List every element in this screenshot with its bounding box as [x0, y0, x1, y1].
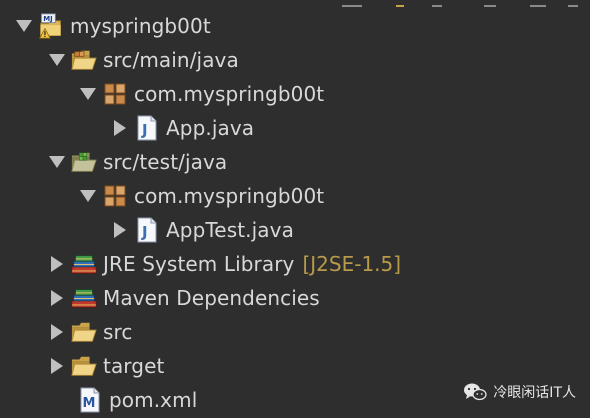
toolbar-button[interactable] [484, 0, 496, 7]
java-file-icon: J [134, 115, 160, 141]
expand-toggle[interactable] [80, 86, 96, 102]
expand-toggle[interactable] [112, 120, 128, 136]
folder-icon [71, 354, 97, 378]
toolbar-button[interactable] [396, 0, 404, 7]
expand-toggle[interactable] [112, 222, 128, 238]
svg-text:J: J [141, 121, 148, 139]
test-source-folder-icon [71, 150, 97, 174]
maven-pom-icon: M [77, 387, 103, 413]
expand-toggle[interactable] [16, 18, 32, 34]
toolbar-button[interactable] [568, 0, 578, 7]
svg-text:J: J [49, 15, 53, 23]
toolbar-button[interactable] [342, 0, 362, 7]
tree-item-label: App.java [166, 116, 255, 140]
package-explorer: M J myspringb00t src/main/java com.myspr… [0, 0, 590, 418]
tree-item-package-test[interactable]: com.myspringb00t [0, 179, 590, 213]
tree-item-label: AppTest.java [166, 218, 294, 242]
tree-item-label: src [103, 320, 133, 344]
watermark: 冷眼闲话IT人 [463, 382, 576, 402]
expand-toggle[interactable] [49, 290, 65, 306]
tree-item-project[interactable]: M J myspringb00t [0, 9, 590, 43]
tree-item-label: src/main/java [103, 48, 239, 72]
tree-item-target[interactable]: target [0, 349, 590, 383]
expand-toggle[interactable] [49, 52, 65, 68]
svg-text:M: M [83, 396, 96, 411]
tree-item-label: target [103, 354, 165, 378]
tree-item-app-java[interactable]: J App.java [0, 111, 590, 145]
package-icon [102, 82, 128, 106]
tree-item-apptest-java[interactable]: J AppTest.java [0, 213, 590, 247]
tree-item-label: com.myspringb00t [134, 184, 325, 208]
tree-item-label: JRE System Library [103, 252, 295, 276]
tree-item-maven-dependencies[interactable]: Maven Dependencies [0, 281, 590, 315]
toolbar-button[interactable] [432, 0, 442, 7]
folder-icon [71, 320, 97, 344]
toolbar [0, 0, 590, 8]
maven-project-warning-icon: M J [38, 13, 64, 39]
tree-item-label: com.myspringb00t [134, 82, 325, 106]
svg-text:M: M [43, 15, 50, 23]
tree-item-label: pom.xml [109, 388, 198, 412]
tree-item-src-main-java[interactable]: src/main/java [0, 43, 590, 77]
expand-toggle[interactable] [49, 358, 65, 374]
wechat-icon [463, 382, 487, 402]
tree-item-label: Maven Dependencies [103, 286, 320, 310]
tree-item-src[interactable]: src [0, 315, 590, 349]
tree-item-jre-library[interactable]: JRE System Library [J2SE-1.5] [0, 247, 590, 281]
expand-toggle[interactable] [49, 324, 65, 340]
expand-toggle[interactable] [49, 154, 65, 170]
tree-item-label: myspringb00t [70, 14, 211, 38]
watermark-text: 冷眼闲话IT人 [493, 385, 576, 401]
source-folder-icon [71, 48, 97, 72]
library-icon [71, 286, 97, 310]
toolbar-button[interactable] [530, 0, 546, 7]
expand-toggle[interactable] [49, 256, 65, 272]
library-icon [71, 252, 97, 276]
tree-item-label: src/test/java [103, 150, 228, 174]
jre-version-suffix: [J2SE-1.5] [302, 252, 402, 276]
expand-toggle[interactable] [80, 188, 96, 204]
tree-item-package-main[interactable]: com.myspringb00t [0, 77, 590, 111]
package-icon [102, 184, 128, 208]
java-file-icon: J [134, 217, 160, 243]
tree-item-src-test-java[interactable]: src/test/java [0, 145, 590, 179]
svg-text:J: J [141, 223, 148, 241]
